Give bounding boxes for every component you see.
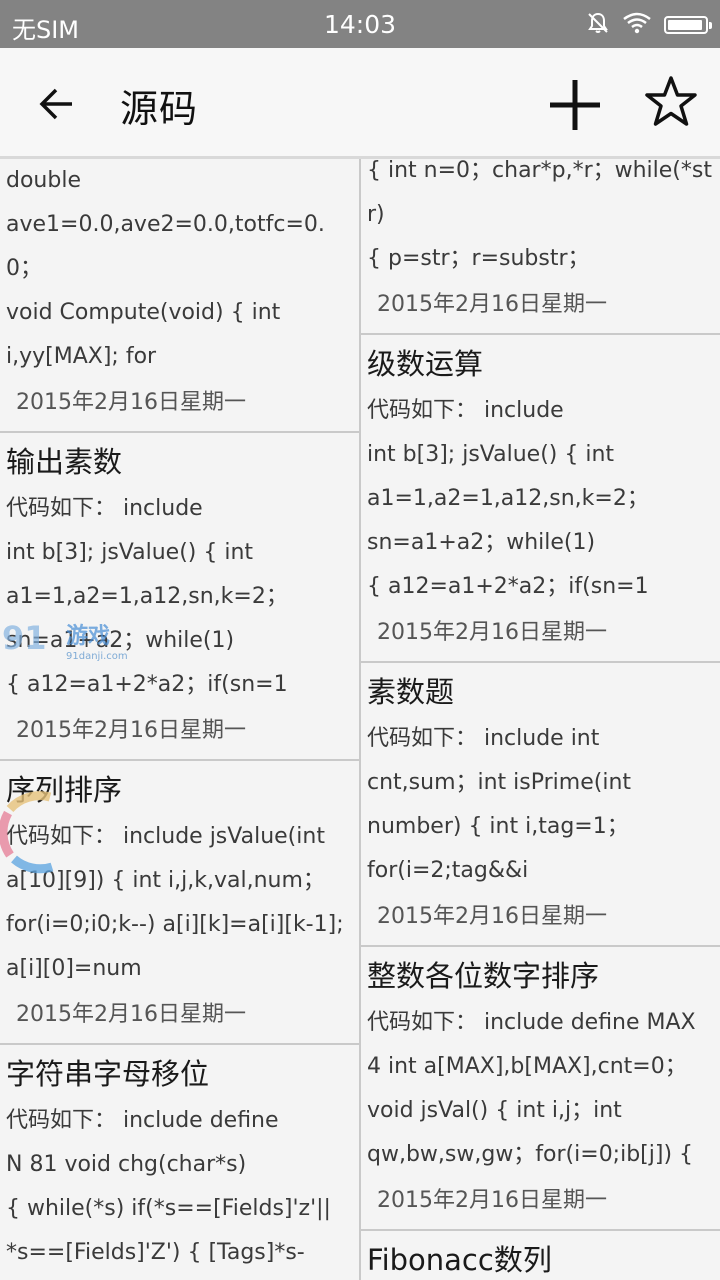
card-date: 2015年2月16日星期一 bbox=[377, 1188, 607, 1213]
card-title: 输出素数 bbox=[6, 445, 123, 479]
snippet-line: a[i][0]=num bbox=[6, 956, 142, 981]
card-title: Fibonacc数列 bbox=[367, 1243, 552, 1277]
snippet-line: { int n=0；char*p,*r；while(*str) bbox=[367, 159, 712, 227]
card-date: 2015年2月16日星期一 bbox=[16, 718, 246, 743]
mute-icon bbox=[586, 11, 610, 39]
snippet-line: { a12=a1+2*a2；if(sn=1 bbox=[6, 672, 288, 697]
status-bar: 无SIM 14:03 bbox=[0, 0, 720, 48]
snippet-line: ave1=0.0,ave2=0.0,totfc=0.0； bbox=[6, 212, 325, 281]
snippet-line: { while(*s) if(*s==[Fields]'z'|| bbox=[6, 1196, 331, 1221]
battery-icon bbox=[664, 16, 712, 34]
source-card[interactable]: 素数题代码如下： include int cnt,sum；int isPrime(… bbox=[361, 663, 720, 947]
snippet-line: =25； bbox=[6, 1275, 353, 1280]
source-card[interactable]: double ave1=0.0,ave2=0.0,totfc=0.0； void C… bbox=[0, 159, 359, 433]
snippet-line: void jsVal() { int i,j；int bbox=[367, 1098, 622, 1123]
card-date: 2015年2月16日星期一 bbox=[16, 390, 246, 415]
card-snippet: 代码如下： include int cnt,sum；int isPrime(int… bbox=[367, 717, 714, 893]
snippet-line: a1=1,a2=1,a12,sn,k=2； bbox=[6, 584, 288, 609]
snippet-line: 代码如下： include define MAX bbox=[367, 1010, 696, 1035]
arrow-left-icon bbox=[39, 88, 72, 120]
card-snippet: 代码如下： include int b[3]; jsValue() { int a1… bbox=[6, 487, 353, 707]
source-card[interactable]: { int n=0；char*p,*r；while(*str) { p=str；r… bbox=[361, 159, 720, 335]
card-snippet: 代码如下： include jsValue(int a[10][9]) { int… bbox=[6, 815, 353, 991]
snippet-line: number) { int i,tag=1； bbox=[367, 814, 629, 839]
snippet-line: N 81 void chg(char*s) bbox=[6, 1152, 247, 1177]
battery-level bbox=[668, 20, 703, 30]
status-icons bbox=[586, 10, 712, 40]
source-card[interactable]: 输出素数代码如下： include int b[3]; jsValue() { i… bbox=[0, 433, 359, 761]
snippet-line: 代码如下： include jsValue(int bbox=[6, 824, 325, 849]
card-date: 2015年2月16日星期一 bbox=[377, 620, 607, 645]
wifi-icon bbox=[622, 11, 652, 39]
snippet-line: 代码如下： include define bbox=[6, 1108, 279, 1133]
snippet-line: a[10][9]) { int i,j,k,val,num； bbox=[6, 868, 325, 893]
card-snippet: double ave1=0.0,ave2=0.0,totfc=0.0； void C… bbox=[6, 159, 353, 379]
left-column: double ave1=0.0,ave2=0.0,totfc=0.0； void C… bbox=[0, 159, 359, 1280]
column-divider bbox=[359, 159, 361, 1280]
favorite-button[interactable] bbox=[642, 74, 702, 134]
card-title: 序列排序 bbox=[6, 773, 123, 807]
snippet-line: cnt,sum；int isPrime(int bbox=[367, 770, 632, 795]
card-title: 素数题 bbox=[367, 675, 455, 709]
svg-text:游戏: 游戏 bbox=[66, 623, 110, 649]
back-button[interactable] bbox=[28, 76, 84, 132]
loading-spinner-icon bbox=[0, 785, 56, 877]
source-card[interactable]: 级数运算代码如下： include int b[3]; jsValue() { i… bbox=[361, 335, 720, 663]
snippet-line: a1=1,a2=1,a12,sn,k=2； bbox=[367, 486, 649, 511]
snippet-line: 代码如下： include bbox=[6, 496, 203, 521]
card-title: 整数各位数字排序 bbox=[367, 959, 600, 993]
card-snippet: 代码如下： include define MAX 4 int a[MAX],b[M… bbox=[367, 1001, 714, 1177]
watermark-logo: 91 游戏 91danji.com bbox=[0, 615, 140, 665]
snippet-line: void Compute(void) { int bbox=[6, 300, 281, 325]
snippet-line: 代码如下： include int bbox=[367, 726, 600, 751]
card-snippet: { int n=0；char*p,*r；while(*str) { p=str；r… bbox=[367, 159, 714, 281]
snippet-line: 4 int a[MAX],b[MAX],cnt=0； bbox=[367, 1054, 687, 1079]
svg-text:91danji.com: 91danji.com bbox=[66, 651, 128, 662]
snippet-line: qw,bw,sw,gw；for(i=0;ib[j]) { bbox=[367, 1142, 694, 1167]
card-title: 级数运算 bbox=[367, 347, 484, 381]
add-button[interactable] bbox=[544, 74, 606, 136]
source-card[interactable]: 字符串字母移位代码如下： include define N 81 void chg… bbox=[0, 1045, 359, 1280]
card-snippet: 代码如下： include define N 81 void chg(char*s… bbox=[6, 1099, 353, 1280]
source-card[interactable]: 整数各位数字排序代码如下： include define MAX 4 int a[… bbox=[361, 947, 720, 1231]
star-outline-icon bbox=[645, 76, 697, 126]
card-snippet: 代码如下： include int b[3]; jsValue() { int a1… bbox=[367, 389, 714, 609]
card-date: 2015年2月16日星期一 bbox=[377, 292, 607, 317]
card-date: 2015年2月16日星期一 bbox=[377, 904, 607, 929]
snippet-line: int b[3]; jsValue() { int bbox=[6, 540, 254, 565]
source-card[interactable]: Fibonacc数列代码如下： include include bbox=[361, 1231, 720, 1280]
snippet-line: for(i=2;tag&&i bbox=[367, 858, 529, 883]
snippet-line: sn=a1+a2；while(1) bbox=[367, 530, 596, 555]
snippet-line: 代码如下： include bbox=[367, 398, 564, 423]
snippet-line: int b[3]; jsValue() { int bbox=[367, 442, 615, 467]
right-column: { int n=0；char*p,*r；while(*str) { p=str；r… bbox=[361, 159, 720, 1280]
snippet-line: i,yy[MAX]; for bbox=[6, 344, 157, 369]
snippet-line: double bbox=[6, 168, 81, 193]
toolbar: 源码 bbox=[0, 48, 720, 159]
snippet-line: *s==[Fields]'Z') { [Tags]*s- bbox=[6, 1240, 305, 1265]
svg-text:91: 91 bbox=[2, 619, 47, 657]
card-date: 2015年2月16日星期一 bbox=[16, 1002, 246, 1027]
card-title: 字符串字母移位 bbox=[6, 1057, 210, 1091]
snippet-line: { a12=a1+2*a2；if(sn=1 bbox=[367, 574, 649, 599]
snippet-line: for(i=0;i0;k--) a[i][k]=a[i][k-1]; bbox=[6, 912, 344, 937]
snippet-line: { p=str；r=substr； bbox=[367, 246, 590, 271]
page-title: 源码 bbox=[120, 87, 199, 131]
plus-icon bbox=[550, 80, 600, 130]
